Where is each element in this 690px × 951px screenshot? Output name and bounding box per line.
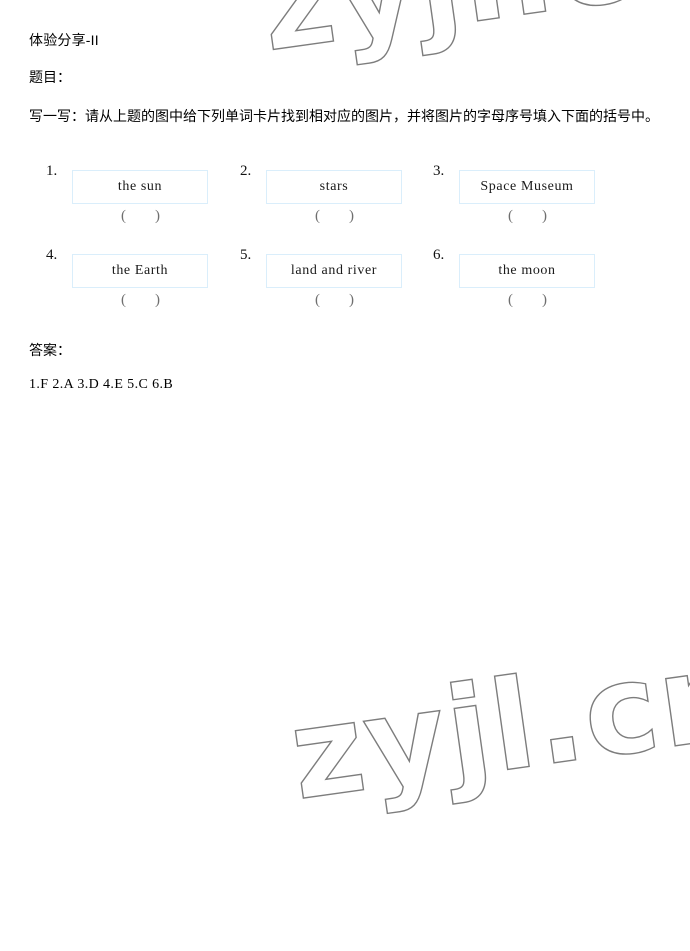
watermark-bottom: zyjl.cn bbox=[281, 621, 690, 829]
blank-paren-close: ) bbox=[155, 292, 161, 308]
blank-paren-open: ( bbox=[508, 292, 514, 308]
blank-paren-close: ) bbox=[542, 292, 548, 308]
item-number: 4. bbox=[46, 247, 58, 263]
word-card[interactable]: stars bbox=[266, 170, 402, 204]
exercise-row: 4. the Earth () 5. land and river () 6. bbox=[0, 244, 690, 328]
blank-paren-open: ( bbox=[121, 292, 127, 308]
answer-section-label: 答案： bbox=[29, 342, 71, 358]
blank-paren-close: ) bbox=[349, 208, 355, 224]
watermark-top: zyjl.cn bbox=[251, 0, 690, 81]
exercise-row: 1. the sun () 2. stars () 3. Space Museu… bbox=[0, 160, 690, 244]
page-title: 体验分享-II bbox=[29, 32, 99, 48]
answer-blank[interactable]: () bbox=[72, 292, 210, 309]
blank-paren-open: ( bbox=[508, 208, 514, 224]
word-card[interactable]: the sun bbox=[72, 170, 208, 204]
question-section-label: 题目： bbox=[29, 69, 71, 85]
blank-paren-open: ( bbox=[315, 208, 321, 224]
blank-paren-close: ) bbox=[349, 292, 355, 308]
word-card[interactable]: Space Museum bbox=[459, 170, 595, 204]
item-number: 5. bbox=[240, 247, 252, 263]
word-card[interactable]: land and river bbox=[266, 254, 402, 288]
item-number: 3. bbox=[433, 163, 445, 179]
word-card-text: land and river bbox=[290, 263, 378, 278]
word-card-text: Space Museum bbox=[480, 179, 574, 194]
answer-blank[interactable]: () bbox=[459, 292, 597, 309]
answer-blank[interactable]: () bbox=[459, 208, 597, 225]
exercise-grid: 1. the sun () 2. stars () 3. Space Museu… bbox=[0, 160, 690, 328]
word-card[interactable]: the Earth bbox=[72, 254, 208, 288]
blank-paren-open: ( bbox=[315, 292, 321, 308]
blank-paren-open: ( bbox=[121, 208, 127, 224]
word-card-text: the Earth bbox=[111, 263, 169, 278]
blank-paren-close: ) bbox=[155, 208, 161, 224]
item-number: 2. bbox=[240, 163, 252, 179]
item-number: 1. bbox=[46, 163, 58, 179]
answer-blank[interactable]: () bbox=[72, 208, 210, 225]
instruction-text: 写一写：请从上题的图中给下列单词卡片找到相对应的图片，并将图片的字母序号填入下面… bbox=[29, 108, 659, 124]
blank-paren-close: ) bbox=[542, 208, 548, 224]
word-card-text: stars bbox=[319, 179, 349, 194]
word-card-text: the moon bbox=[498, 263, 556, 278]
word-card[interactable]: the moon bbox=[459, 254, 595, 288]
item-number: 6. bbox=[433, 247, 445, 263]
answer-key-text: 1.F 2.A 3.D 4.E 5.C 6.B bbox=[29, 377, 174, 392]
word-card-text: the sun bbox=[117, 179, 163, 194]
answer-blank[interactable]: () bbox=[266, 292, 404, 309]
answer-blank[interactable]: () bbox=[266, 208, 404, 225]
